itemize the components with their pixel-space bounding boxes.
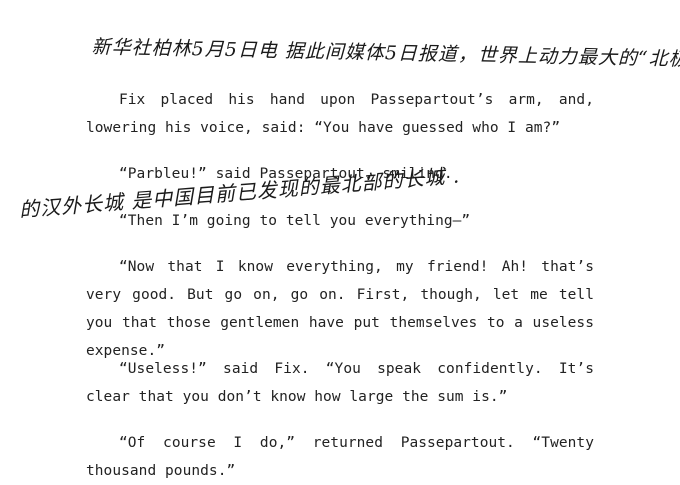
paragraph-5: “Useless!” said Fix. “You speak confiden… [86,361,594,405]
paragraph-6: “Of course I do,” returned Passepartout.… [86,435,594,479]
handwritten-annotation-top: 新华社柏林5月5日电 据此间媒体5日报道，世界上动力最大的“北极星” [91,35,680,72]
paragraph-1: Fix placed his hand upon Passepartout’s … [86,92,594,136]
document-page: Fix placed his hand upon Passepartout’s … [0,0,680,479]
paragraph-4: “Now that I know everything, my friend! … [86,259,594,359]
